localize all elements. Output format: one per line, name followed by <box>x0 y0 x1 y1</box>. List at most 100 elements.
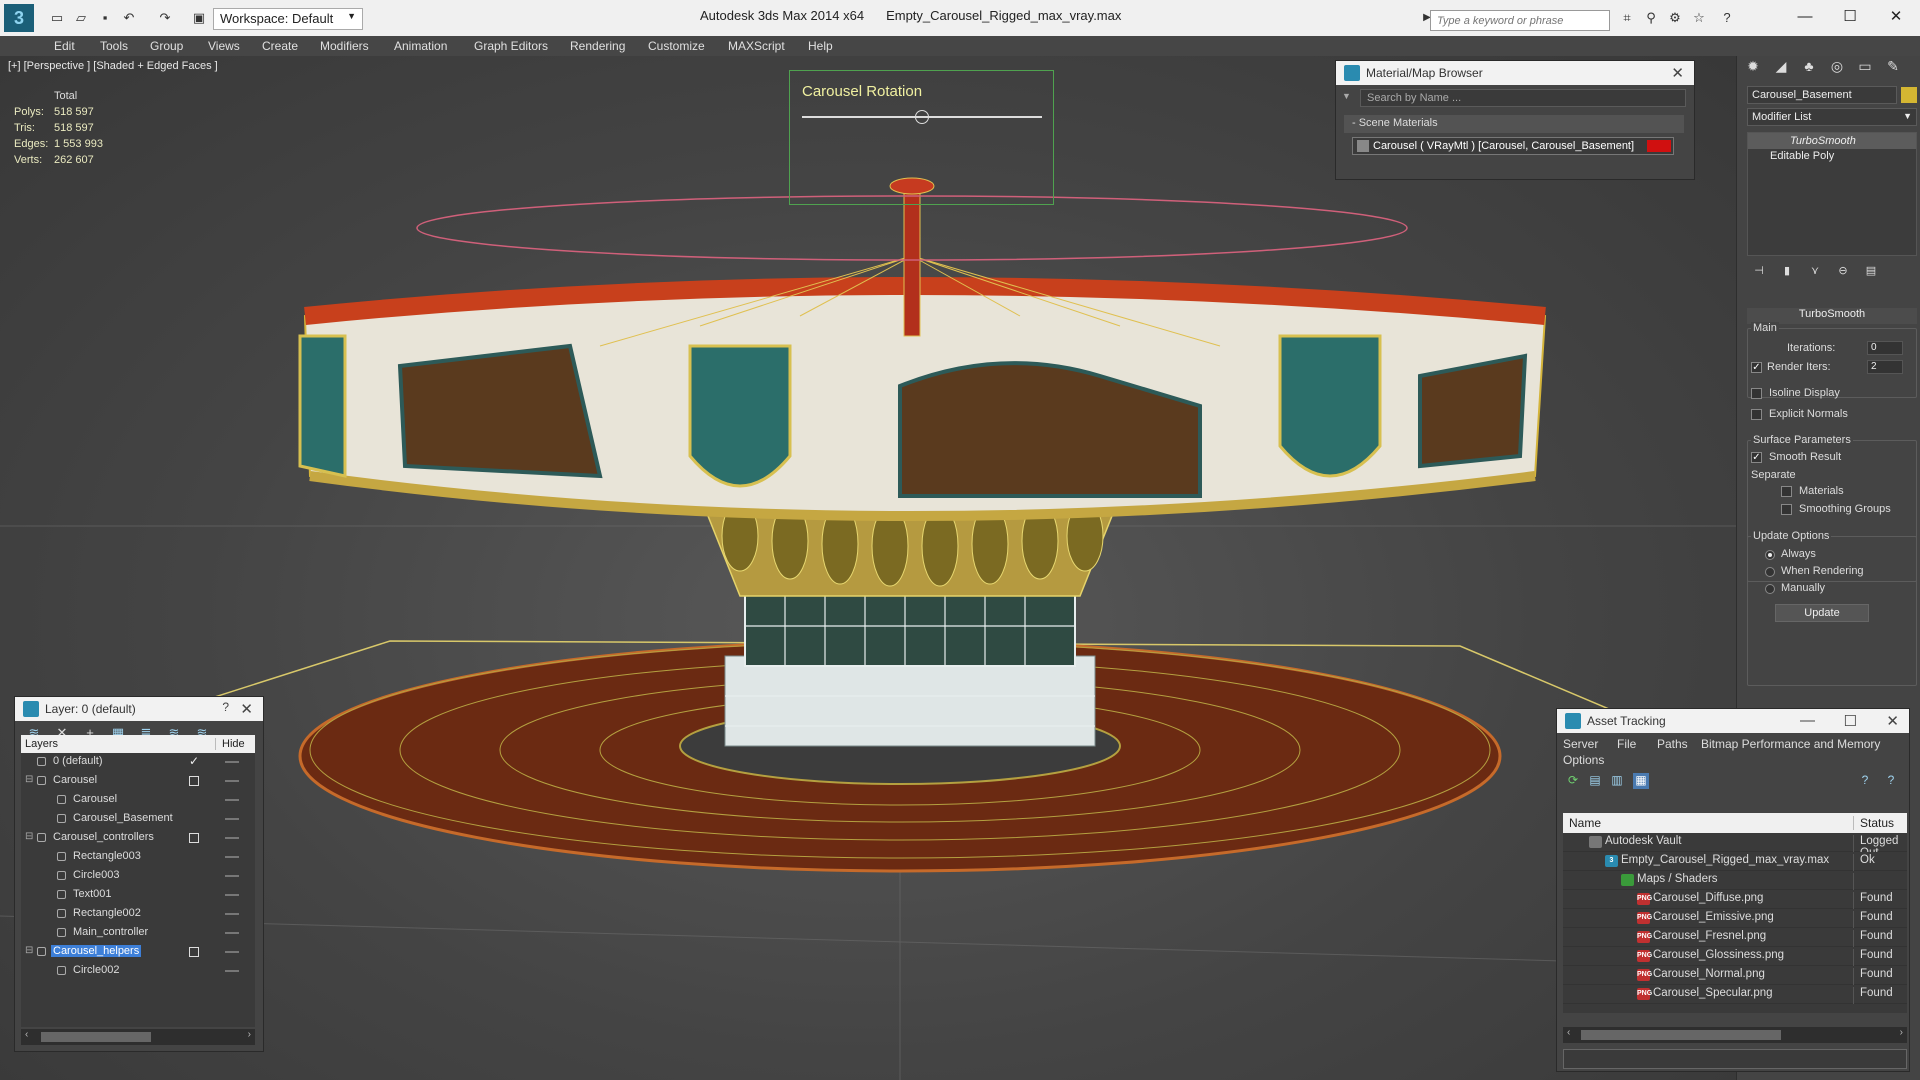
hide-toggle[interactable] <box>225 761 239 763</box>
update-always-radio[interactable] <box>1765 550 1775 560</box>
minimize-icon[interactable]: — <box>1800 712 1815 729</box>
layer-row[interactable]: ⊟ Carousel_controllers <box>21 829 255 848</box>
hide-toggle[interactable] <box>225 818 239 820</box>
asset-row[interactable]: PNG Carousel_Diffuse.png Found <box>1563 890 1907 909</box>
hide-toggle[interactable] <box>225 780 239 782</box>
object-color-swatch[interactable] <box>1901 87 1917 103</box>
asset-menu-server[interactable]: Server <box>1563 737 1598 751</box>
options-dropdown-icon[interactable]: ▼ <box>1342 91 1351 101</box>
hide-toggle[interactable] <box>225 894 239 896</box>
stack-item-turbosmooth[interactable]: TurboSmooth <box>1748 133 1916 149</box>
explicit-normals-checkbox[interactable] <box>1751 409 1762 420</box>
hide-toggle[interactable] <box>225 799 239 801</box>
isoline-checkbox[interactable] <box>1751 388 1762 399</box>
show-end-result-icon[interactable]: ▮ <box>1775 264 1799 284</box>
pin-stack-icon[interactable]: ⊣ <box>1747 264 1771 284</box>
asset-menu-bitmap[interactable]: Bitmap Performance and Memory <box>1701 737 1880 751</box>
asset-row[interactable]: Maps / Shaders <box>1563 871 1907 890</box>
scroll-right-icon[interactable]: › <box>248 1029 251 1040</box>
redo-icon[interactable]: ↷ <box>156 9 174 27</box>
open-file-icon[interactable]: ▱ <box>72 9 90 27</box>
set-current-layer-box[interactable] <box>189 947 199 957</box>
hide-toggle[interactable] <box>225 837 239 839</box>
create-tab-icon[interactable]: ✹ <box>1741 58 1765 78</box>
help-window-icon[interactable]: ? <box>1883 773 1899 789</box>
minimize-button[interactable]: — <box>1785 6 1825 28</box>
menu-graph-editors[interactable]: Graph Editors <box>474 39 548 53</box>
material-search-input[interactable]: Search by Name ... <box>1360 89 1686 107</box>
material-item[interactable]: Carousel ( VRayMtl ) [Carousel, Carousel… <box>1352 137 1674 155</box>
layer-object-row[interactable]: Circle002 <box>21 962 255 981</box>
set-current-layer-box[interactable] <box>189 776 199 786</box>
update-manually-radio[interactable] <box>1765 584 1775 594</box>
menu-animation[interactable]: Animation <box>394 39 447 53</box>
name-column-header[interactable]: Name <box>1569 816 1601 830</box>
hide-toggle[interactable] <box>225 932 239 934</box>
favorites-star-icon[interactable]: ☆ <box>1690 9 1708 27</box>
close-icon[interactable]: ✕ <box>240 700 253 718</box>
asset-menu-file[interactable]: File <box>1617 737 1636 751</box>
scroll-left-icon[interactable]: ‹ <box>25 1029 28 1040</box>
refresh-icon[interactable]: ⟳ <box>1565 773 1581 789</box>
asset-row[interactable]: PNG Carousel_Emissive.png Found <box>1563 909 1907 928</box>
maximize-icon[interactable]: ☐ <box>1844 712 1857 730</box>
layer-object-row[interactable]: Rectangle003 <box>21 848 255 867</box>
help-icon[interactable]: ? <box>1857 773 1873 789</box>
layer-object-row[interactable]: Carousel_Basement <box>21 810 255 829</box>
new-file-icon[interactable]: ▭ <box>48 9 66 27</box>
asset-row[interactable]: PNG Carousel_Glossiness.png Found <box>1563 947 1907 966</box>
object-name-field[interactable]: Carousel_Basement <box>1747 86 1897 104</box>
collapse-icon[interactable]: ⊟ <box>25 945 35 956</box>
binoculars-icon[interactable]: ⌗ <box>1618 9 1636 27</box>
menu-edit[interactable]: Edit <box>54 39 75 53</box>
subscription-icon[interactable]: ⚙ <box>1666 9 1684 27</box>
hide-column-header[interactable]: Hide <box>215 738 245 750</box>
menu-rendering[interactable]: Rendering <box>570 39 625 53</box>
menu-tools[interactable]: Tools <box>100 39 128 53</box>
asset-row[interactable]: PNG Carousel_Fresnel.png Found <box>1563 928 1907 947</box>
separate-smoothing-checkbox[interactable] <box>1781 504 1792 515</box>
asset-menu-paths[interactable]: Paths <box>1657 737 1688 751</box>
asset-row[interactable]: Autodesk Vault Logged Out <box>1563 833 1907 852</box>
hide-toggle[interactable] <box>225 970 239 972</box>
hierarchy-tab-icon[interactable]: ♣ <box>1797 58 1821 78</box>
modifier-list-dropdown[interactable]: Modifier List ▼ <box>1747 108 1917 126</box>
app-logo-icon[interactable]: 3 <box>4 4 34 32</box>
layer-object-row[interactable]: Rectangle002 <box>21 905 255 924</box>
render-iters-checkbox[interactable]: ✓ <box>1751 362 1762 373</box>
layers-column-header[interactable]: Layers <box>25 738 58 750</box>
configure-sets-icon[interactable]: ▤ <box>1859 264 1883 284</box>
update-when-rendering-radio[interactable] <box>1765 567 1775 577</box>
scroll-right-icon[interactable]: › <box>1900 1027 1903 1038</box>
asset-path-field[interactable] <box>1563 1049 1907 1069</box>
scrollbar-thumb[interactable] <box>41 1032 151 1042</box>
layer-row[interactable]: 0 (default) ✓ <box>21 753 255 772</box>
list-view-icon[interactable]: ▤ <box>1587 773 1603 789</box>
iterations-spinner[interactable]: 0 <box>1867 341 1903 355</box>
modify-tab-icon[interactable]: ◢ <box>1769 58 1793 78</box>
viewport-label[interactable]: [+] [Perspective ] [Shaded + Edged Faces… <box>8 60 218 72</box>
asset-row[interactable]: 3 Empty_Carousel_Rigged_max_vray.max Ok <box>1563 852 1907 871</box>
hide-toggle[interactable] <box>225 913 239 915</box>
render-iters-spinner[interactable]: 2 <box>1867 360 1903 374</box>
asset-scrollbar[interactable]: ‹ › <box>1563 1027 1907 1043</box>
layer-object-row[interactable]: Text001 <box>21 886 255 905</box>
table-view-icon[interactable]: ▦ <box>1633 773 1649 789</box>
layer-object-row[interactable]: Circle003 <box>21 867 255 886</box>
scroll-left-icon[interactable]: ‹ <box>1567 1027 1570 1038</box>
hide-toggle[interactable] <box>225 951 239 953</box>
scene-materials-section[interactable]: - Scene Materials <box>1344 115 1684 133</box>
maximize-button[interactable]: ☐ <box>1830 6 1870 28</box>
smooth-result-checkbox[interactable]: ✓ <box>1751 452 1762 463</box>
search-icon[interactable]: ⚲ <box>1642 9 1660 27</box>
close-icon[interactable]: ✕ <box>1886 712 1899 730</box>
make-unique-icon[interactable]: ⋎ <box>1803 264 1827 284</box>
menu-help[interactable]: Help <box>808 39 833 53</box>
layer-scrollbar[interactable]: ‹ › <box>21 1029 255 1045</box>
tree-view-icon[interactable]: ▥ <box>1609 773 1625 789</box>
stack-item-editable-poly[interactable]: Editable Poly <box>1748 149 1916 165</box>
rotation-slider-handle[interactable] <box>915 110 929 124</box>
set-current-layer-box[interactable] <box>189 833 199 843</box>
display-tab-icon[interactable]: ▭ <box>1853 58 1877 78</box>
menu-maxscript[interactable]: MAXScript <box>728 39 785 53</box>
